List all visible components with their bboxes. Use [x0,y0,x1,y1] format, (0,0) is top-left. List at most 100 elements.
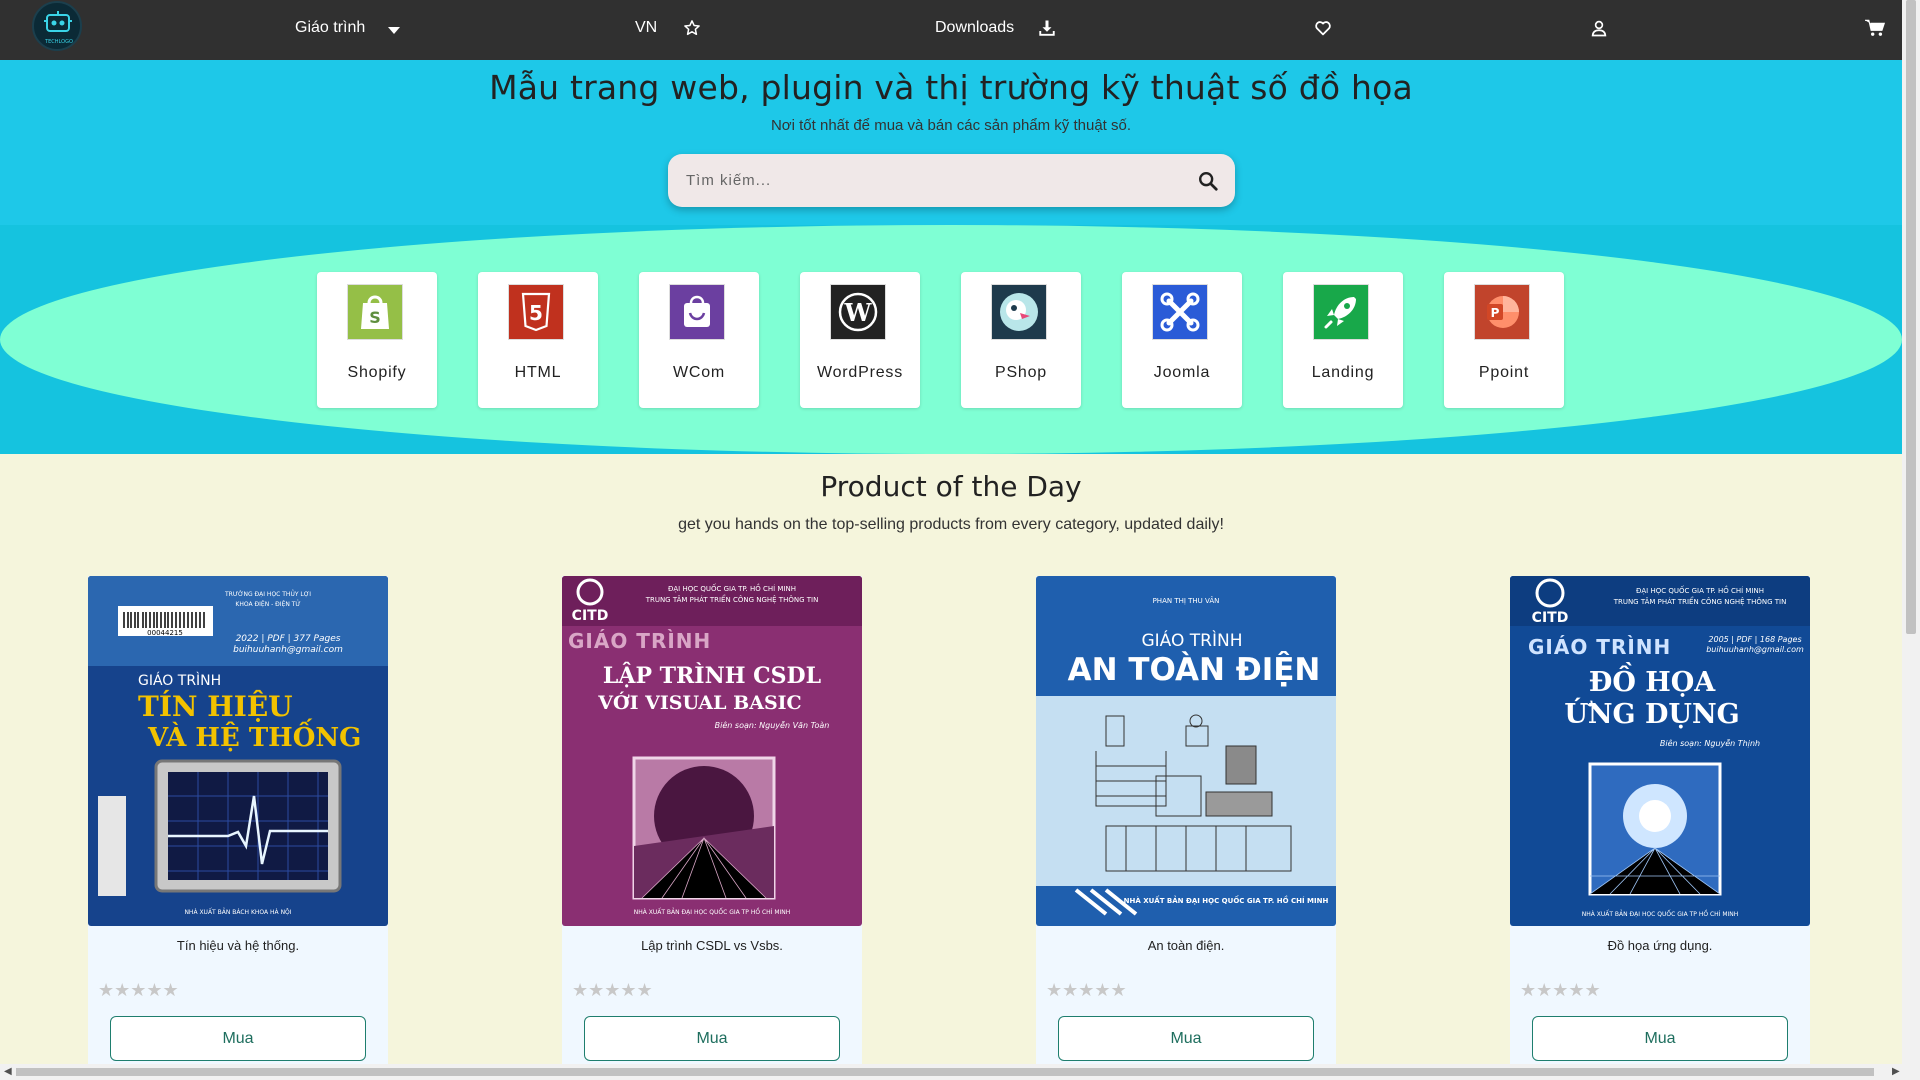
product-name[interactable]: Đồ họa ứng dụng. [1510,938,1810,953]
rating-stars: ★★★★★ [1046,980,1127,1000]
product-cover-image[interactable]: CITD ĐẠI HỌC QUỐC GIA TP. HỒ CHÍ MINH TR… [1510,576,1810,926]
svg-text:TRUNG TÂM PHÁT TRIỂN CÔNG NGHỆ: TRUNG TÂM PHÁT TRIỂN CÔNG NGHỆ THÔNG TIN [645,594,819,604]
buy-button[interactable]: Mua [110,1016,366,1061]
product-section-subtitle: get you hands on the top-selling product… [678,516,1224,533]
category-label: HTML [514,364,562,381]
svg-text:PHAN THỊ THU VÂN: PHAN THỊ THU VÂN [1153,596,1220,605]
svg-text:NHÀ XUẤT BẢN ĐẠI HỌC QUỐC GIA: NHÀ XUẤT BẢN ĐẠI HỌC QUỐC GIA TP HỒ CHÍ … [1582,909,1739,918]
svg-text:NHÀ XUẤT BẢN BÁCH KHOA HÀ NỘI: NHÀ XUẤT BẢN BÁCH KHOA HÀ NỘI [184,908,291,916]
category-wcom[interactable]: WCom [639,272,759,408]
caret-down-icon [388,27,401,34]
logo-icon: TECHLOGO [44,11,73,45]
search-icon[interactable] [1197,170,1219,192]
product-cover-image[interactable]: PHAN THỊ THU VÂN GIÁO TRÌNH AN TOÀN ĐIỆN… [1036,576,1336,926]
nav-cart[interactable] [1865,0,1885,56]
buy-button[interactable]: Mua [1058,1016,1314,1061]
category-label: Joomla [1153,364,1211,381]
svg-text:LẬP TRÌNH CSDL: LẬP TRÌNH CSDL [603,662,821,689]
category-joomla[interactable]: Joomla [1122,272,1242,408]
svg-text:ỨNG DỤNG: ỨNG DỤNG [1564,696,1739,730]
search-input[interactable] [686,154,1166,207]
category-pshop[interactable]: PShop [961,272,1081,408]
nav-courses-dropdown[interactable]: Giáo trình [295,0,401,56]
horizontal-scrollbar-thumb[interactable] [16,1068,1874,1076]
logo-text: TECHLOGO [44,39,73,45]
heart-icon[interactable] [1314,19,1332,37]
svg-text:NHÀ XUẤT BẢN ĐẠI HỌC QUỐC GIA: NHÀ XUẤT BẢN ĐẠI HỌC QUỐC GIA TP. HỒ CHÍ… [1124,895,1329,905]
category-label: Ppoint [1478,364,1530,381]
svg-text:Biên soạn: Nguyễn Thịnh: Biên soạn: Nguyễn Thịnh [1660,738,1760,748]
product-card: PHAN THỊ THU VÂN GIÁO TRÌNH AN TOÀN ĐIỆN… [1036,576,1336,1076]
nav-account[interactable] [1590,0,1608,56]
product-section-title: Product of the Day [820,470,1082,503]
svg-text:CITD: CITD [1532,610,1569,626]
svg-text:S: S [369,308,381,327]
svg-text:GIÁO TRÌNH: GIÁO TRÌNH [1528,635,1671,659]
svg-text:GIÁO TRÌNH: GIÁO TRÌNH [138,672,221,689]
nav-language-label: VN [635,19,658,36]
user-icon[interactable] [1590,19,1608,37]
cart-icon[interactable] [1865,19,1885,37]
horizontal-scrollbar[interactable]: ◀ ▶ [0,1064,1920,1080]
svg-text:TRUNG TÂM PHÁT TRIỂN CÔNG NGHỆ: TRUNG TÂM PHÁT TRIỂN CÔNG NGHỆ THÔNG TIN [1613,596,1787,606]
vertical-scrollbar-thumb[interactable] [1906,0,1916,634]
svg-text:buihuuhanh@gmail.com: buihuuhanh@gmail.com [1706,645,1804,654]
product-name[interactable]: Tín hiệu và hệ thống. [88,938,388,953]
svg-text:GIÁO TRÌNH: GIÁO TRÌNH [568,629,711,653]
nav-downloads[interactable]: Downloads [935,0,1056,56]
svg-text:ĐẠI HỌC QUỐC GIA TP. HỒ CHÍ MI: ĐẠI HỌC QUỐC GIA TP. HỒ CHÍ MINH [1636,585,1764,595]
rating-stars: ★★★★★ [572,980,653,1000]
woocommerce-icon [669,284,725,340]
product-cover-image[interactable]: CITD ĐẠI HỌC QUỐC GIA TP. HỒ CHÍ MINH TR… [562,576,862,926]
svg-text:KHOA ĐIỆN - ĐIỆN TỬ: KHOA ĐIỆN - ĐIỆN TỬ [235,600,300,608]
search-box [668,154,1235,207]
joomla-icon [1152,284,1208,340]
vertical-scrollbar[interactable] [1902,0,1920,1064]
buy-button[interactable]: Mua [1532,1016,1788,1061]
html5-icon: 5 [508,284,564,340]
svg-text:2022 | PDF | 377 Pages: 2022 | PDF | 377 Pages [236,634,341,644]
category-list: S Shopify 5 HTML WCom W WordPress PShop … [317,272,1617,408]
scroll-right-arrow-icon[interactable]: ▶ [1892,1066,1900,1077]
product-name[interactable]: Lập trình CSDL vs Vsbs. [562,938,862,953]
product-card: CITD ĐẠI HỌC QUỐC GIA TP. HỒ CHÍ MINH TR… [562,576,862,1076]
rating-stars: ★★★★★ [1520,980,1601,1000]
svg-text:ĐỒ HỌA: ĐỒ HỌA [1589,661,1717,698]
hero-banner: Mẫu trang web, plugin và thị trường kỹ t… [0,60,1902,225]
buy-button[interactable]: Mua [584,1016,840,1061]
svg-text:GIÁO TRÌNH: GIÁO TRÌNH [1141,629,1242,651]
svg-text:VÀ HỆ THỐNG: VÀ HỆ THỐNG [147,718,361,753]
svg-text:buihuuhanh@gmail.com: buihuuhanh@gmail.com [233,645,343,655]
category-landing[interactable]: Landing [1283,272,1403,408]
svg-text:5: 5 [529,301,543,325]
svg-text:00044215: 00044215 [147,629,183,637]
svg-text:TRƯỜNG ĐẠI HỌC THỦY LỢI: TRƯỜNG ĐẠI HỌC THỦY LỢI [224,590,311,598]
category-wordpress[interactable]: W WordPress [800,272,920,408]
category-label: Landing [1311,364,1375,381]
site-logo[interactable]: TECHLOGO [32,1,82,51]
svg-text:P: P [1491,306,1500,320]
nav-wishlist[interactable] [1314,0,1332,56]
star-icon[interactable] [683,19,701,37]
category-ppoint[interactable]: P Ppoint [1444,272,1564,408]
scroll-left-arrow-icon[interactable]: ◀ [4,1066,12,1077]
product-name[interactable]: An toàn điện. [1036,938,1336,953]
svg-text:NHÀ XUẤT BẢN ĐẠI HỌC QUỐC GIA: NHÀ XUẤT BẢN ĐẠI HỌC QUỐC GIA TP HỒ CHÍ … [634,907,791,916]
category-label: WordPress [816,364,904,381]
top-navbar: TECHLOGO Giáo trình VN Downloads [0,0,1902,60]
nav-courses-label: Giáo trình [295,19,366,36]
shopify-icon: S [347,284,403,340]
category-label: WCom [672,364,726,381]
hero-subtitle: Nơi tốt nhất để mua và bán các sản phẩm … [770,117,1132,134]
product-cover-image[interactable]: 00044215 TRƯỜNG ĐẠI HỌC THỦY LỢI KHOA ĐI… [88,576,388,926]
prestashop-icon [991,284,1047,340]
download-icon [1039,20,1055,36]
svg-text:Biên soạn: Nguyễn Văn Toàn: Biên soạn: Nguyễn Văn Toàn [715,720,830,730]
nav-language[interactable]: VN [635,0,701,56]
svg-text:VỚI VISUAL BASIC: VỚI VISUAL BASIC [597,691,801,714]
category-label: PShop [994,364,1048,381]
category-html[interactable]: 5 HTML [478,272,598,408]
wordpress-icon: W [830,284,886,340]
category-shopify[interactable]: S Shopify [317,272,437,408]
category-band: S Shopify 5 HTML WCom W WordPress PShop … [0,225,1902,454]
